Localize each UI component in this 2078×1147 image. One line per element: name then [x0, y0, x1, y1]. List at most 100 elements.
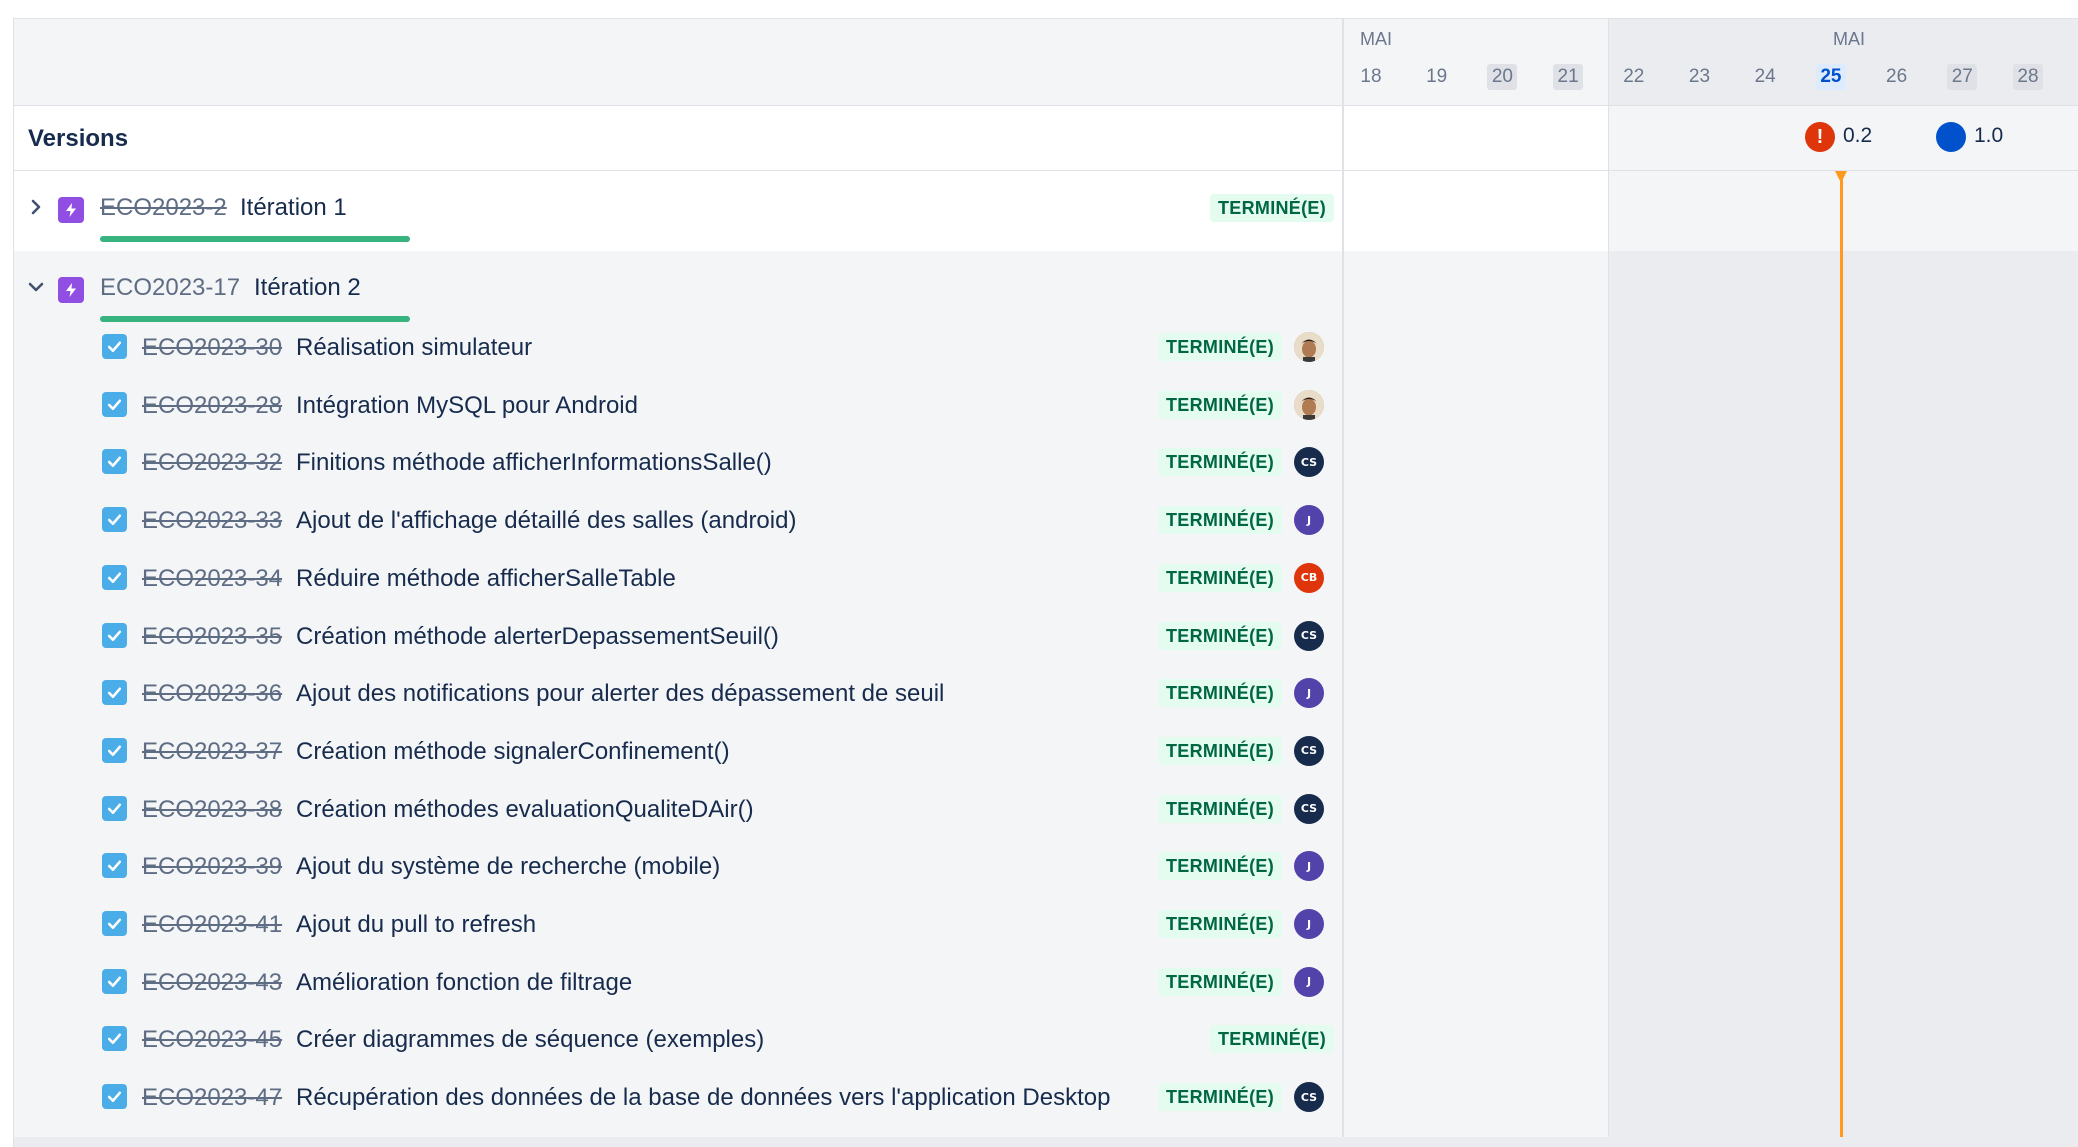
- task-row[interactable]: ECO2023-39 Ajout du système de recherche …: [14, 838, 1342, 896]
- task-title[interactable]: Ajout du pull to refresh: [296, 911, 536, 939]
- status-lozenge: TERMINÉ(E): [1158, 679, 1282, 708]
- task-row[interactable]: ECO2023-47 Récupération des données de la…: [14, 1069, 1342, 1127]
- task-key[interactable]: ECO2023-35: [142, 623, 282, 651]
- avatar[interactable]: J: [1294, 851, 1324, 882]
- task-key[interactable]: ECO2023-39: [142, 853, 282, 881]
- task-key[interactable]: ECO2023-30: [142, 334, 282, 362]
- epic-key[interactable]: ECO2023-17: [100, 274, 240, 302]
- task-row[interactable]: ECO2023-28 Intégration MySQL pour Android…: [14, 377, 1342, 435]
- task-checkbox-icon: [102, 507, 127, 533]
- roadmap-frame: Versions ECO2023-2 Itération 1 TERMINÉ(E…: [13, 18, 2078, 1147]
- epic-title[interactable]: Itération 2: [254, 274, 361, 302]
- task-title[interactable]: Création méthode alerterDepassementSeuil…: [296, 623, 779, 651]
- task-checkbox-icon: [102, 1026, 127, 1052]
- version-label[interactable]: 1.0: [1974, 124, 2003, 148]
- day-label: 23: [1688, 66, 1711, 87]
- avatar[interactable]: CS: [1294, 735, 1324, 766]
- task-key[interactable]: ECO2023-38: [142, 796, 282, 824]
- task-row[interactable]: ECO2023-32 Finitions méthode afficherInfo…: [14, 434, 1342, 492]
- status-lozenge: TERMINÉ(E): [1210, 1025, 1334, 1054]
- circle-icon[interactable]: [1936, 122, 1966, 152]
- task-row[interactable]: ECO2023-41 Ajout du pull to refresh TERMIN…: [14, 896, 1342, 954]
- avatar[interactable]: CS: [1294, 447, 1324, 478]
- task-key[interactable]: ECO2023-41: [142, 911, 282, 939]
- avatar[interactable]: J: [1294, 909, 1324, 939]
- task-title[interactable]: Ajout du système de recherche (mobile): [296, 853, 720, 881]
- task-row[interactable]: ECO2023-30 Réalisation simulateur TERMINÉ(…: [14, 319, 1342, 377]
- task-key[interactable]: ECO2023-34: [142, 565, 282, 593]
- task-key[interactable]: ECO2023-28: [142, 392, 282, 420]
- task-row[interactable]: ECO2023-43 Amélioration fonction de filtr…: [14, 954, 1342, 1012]
- day-label: 27: [1947, 64, 1978, 90]
- epic-row[interactable]: ECO2023-2 Itération 1 TERMINÉ(E): [14, 171, 1342, 251]
- task-key[interactable]: ECO2023-47: [142, 1084, 282, 1112]
- task-key[interactable]: ECO2023-36: [142, 680, 282, 708]
- task-checkbox-icon: [102, 1084, 127, 1110]
- avatar[interactable]: CS: [1294, 793, 1324, 824]
- task-checkbox-icon: [102, 737, 127, 763]
- task-key[interactable]: ECO2023-37: [142, 738, 282, 766]
- task-title[interactable]: Création méthodes evaluationQualiteDAir(…: [296, 796, 754, 824]
- timeline-epic-shade: [1608, 171, 2078, 251]
- day-label: 24: [1754, 66, 1776, 87]
- epic-lightning-icon: [58, 277, 84, 303]
- epic-key[interactable]: ECO2023-2: [100, 194, 227, 222]
- task-key[interactable]: ECO2023-33: [142, 507, 282, 535]
- task-title[interactable]: Ajout de l'affichage détaillé des salles…: [296, 507, 796, 535]
- task-title[interactable]: Réduire méthode afficherSalleTable: [296, 565, 676, 593]
- task-key[interactable]: ECO2023-43: [142, 969, 282, 997]
- task-title[interactable]: Création méthode signalerConfinement(): [296, 738, 730, 766]
- task-row[interactable]: ECO2023-35 Création méthode alerterDepass…: [14, 608, 1342, 666]
- today-line: [1840, 171, 1843, 1147]
- chevron-right-icon[interactable]: [24, 195, 48, 219]
- day-label: 22: [1623, 66, 1645, 87]
- avatar[interactable]: J: [1294, 678, 1324, 709]
- task-title[interactable]: Ajout des notifications pour alerter des…: [296, 680, 944, 708]
- task-row[interactable]: ECO2023-38 Création méthodes evaluationQu…: [14, 781, 1342, 839]
- month-label: MAI: [1360, 29, 1393, 49]
- task-key[interactable]: ECO2023-45: [142, 1026, 282, 1054]
- timeline-versions-row: ! 0.2 1.0: [1344, 106, 2078, 171]
- version-label[interactable]: 0.2: [1843, 124, 1872, 148]
- exclamation-icon[interactable]: !: [1805, 122, 1835, 152]
- day-label: 28: [2013, 64, 2043, 90]
- timeline-panel: MAI MAI 18 19 20 21 22 23 24 25 26 27 28 ! 0.2 1.0: [1344, 19, 2078, 1147]
- task-row[interactable]: ECO2023-36 Ajout des notifications pour a…: [14, 665, 1342, 723]
- status-lozenge: TERMINÉ(E): [1158, 967, 1282, 996]
- epic-title[interactable]: Itération 1: [240, 194, 347, 222]
- avatar[interactable]: CS: [1294, 1082, 1324, 1113]
- list-header: [14, 19, 1342, 106]
- task-title[interactable]: Amélioration fonction de filtrage: [296, 969, 632, 997]
- avatar[interactable]: CB: [1294, 562, 1324, 593]
- task-checkbox-icon: [102, 795, 127, 821]
- day-label: 25: [1815, 64, 1846, 90]
- day-label: 21: [1553, 64, 1584, 90]
- task-checkbox-icon: [102, 911, 127, 936]
- task-checkbox-icon: [102, 680, 127, 706]
- task-row[interactable]: ECO2023-34 Réduire méthode afficherSalleT…: [14, 550, 1342, 608]
- day-label: 20: [1487, 64, 1518, 90]
- avatar[interactable]: [1294, 332, 1324, 362]
- task-key[interactable]: ECO2023-32: [142, 449, 282, 477]
- task-checkbox-icon: [102, 622, 127, 648]
- avatar[interactable]: J: [1294, 966, 1324, 997]
- task-title[interactable]: Créer diagrammes de séquence (exemples): [296, 1026, 764, 1054]
- task-title[interactable]: Intégration MySQL pour Android: [296, 392, 638, 420]
- task-title[interactable]: Récupération des données de la base de d…: [296, 1084, 1110, 1112]
- avatar[interactable]: CS: [1294, 620, 1324, 651]
- avatar[interactable]: J: [1294, 505, 1324, 536]
- task-checkbox-icon: [102, 449, 127, 475]
- versions-title: Versions: [28, 125, 129, 152]
- status-lozenge: TERMINÉ(E): [1158, 621, 1282, 650]
- avatar[interactable]: [1294, 389, 1324, 420]
- today-marker: [1835, 171, 1847, 183]
- task-title[interactable]: Réalisation simulateur: [296, 334, 532, 362]
- task-row[interactable]: ECO2023-33 Ajout de l'affichage détaillé …: [14, 492, 1342, 550]
- task-row[interactable]: ECO2023-45 Créer diagrammes de séquence (…: [14, 1011, 1342, 1069]
- chevron-down-icon[interactable]: [24, 275, 48, 299]
- status-lozenge: TERMINÉ(E): [1158, 506, 1282, 535]
- task-checkbox-icon: [102, 968, 127, 994]
- task-row[interactable]: ECO2023-37 Création méthode signalerConfi…: [14, 723, 1342, 781]
- task-checkbox-icon: [102, 334, 127, 359]
- task-title[interactable]: Finitions méthode afficherInformationsSa…: [296, 449, 772, 477]
